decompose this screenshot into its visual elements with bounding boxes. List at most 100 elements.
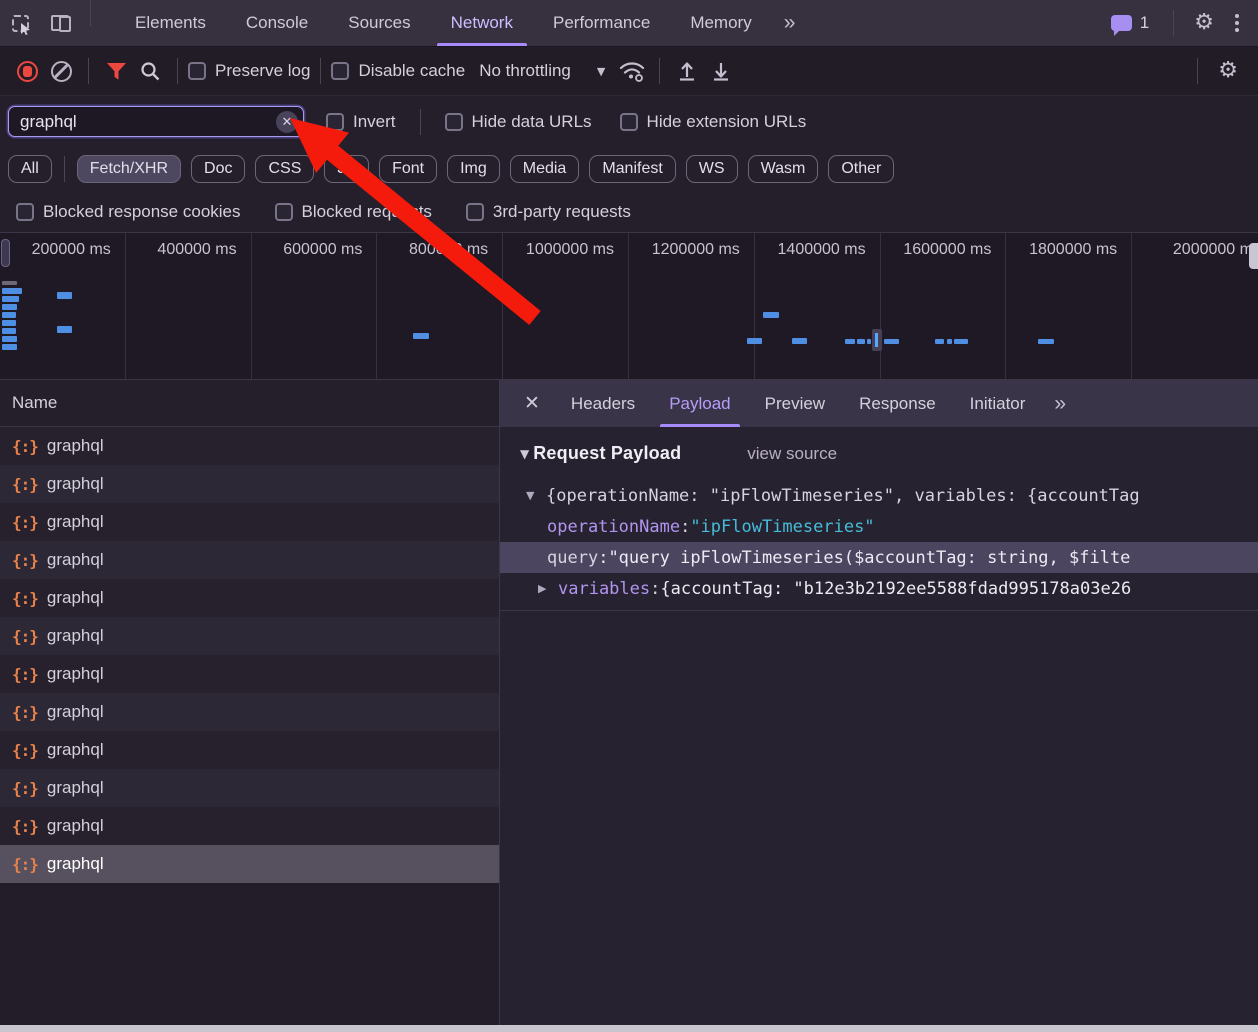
- export-har-button[interactable]: [704, 55, 738, 87]
- request-name: graphql: [46, 512, 104, 531]
- waterfall-bars: [0, 233, 1258, 379]
- hide-extension-urls-checkbox[interactable]: Hide extension URLs: [619, 112, 806, 132]
- request-row[interactable]: {:} graphql: [0, 503, 499, 541]
- payload-root-row[interactable]: ▼ {operationName: "ipFlowTimeseries", va…: [500, 480, 1258, 511]
- tab-console[interactable]: Console: [226, 0, 328, 46]
- overview-left-handle[interactable]: [1, 239, 10, 267]
- chevron-down-icon: ▼: [596, 64, 606, 78]
- chip-css[interactable]: CSS: [255, 155, 315, 183]
- json-braces-icon: {:}: [12, 588, 39, 608]
- request-row[interactable]: {:} graphql: [0, 617, 499, 655]
- waterfall-bar: [1038, 339, 1054, 344]
- inspect-element-button[interactable]: [0, 0, 40, 46]
- hide-data-urls-checkbox[interactable]: Hide data URLs: [444, 112, 592, 132]
- record-network-log-button[interactable]: [10, 55, 44, 87]
- tab-sources[interactable]: Sources: [328, 0, 430, 46]
- search-icon: [141, 62, 160, 81]
- json-braces-icon: {:}: [12, 740, 39, 760]
- request-row[interactable]: {:} graphql: [0, 693, 499, 731]
- third-party-requests-checkbox[interactable]: 3rd-party requests: [465, 202, 631, 222]
- waterfall-bar: [2, 304, 17, 310]
- chip-manifest[interactable]: Manifest: [589, 155, 676, 183]
- tab-network[interactable]: Network: [431, 0, 533, 46]
- chip-fetchxhr[interactable]: Fetch/XHR: [76, 155, 182, 183]
- request-row[interactable]: {:} graphql: [0, 427, 499, 465]
- chip-doc[interactable]: Doc: [191, 155, 246, 183]
- clear-network-log-button[interactable]: [44, 55, 78, 87]
- divider: [88, 58, 89, 84]
- payload-entry-operationName[interactable]: operationName: "ipFlowTimeseries": [500, 511, 1258, 542]
- divider: [320, 58, 322, 84]
- kebab-menu-icon[interactable]: [1224, 14, 1250, 32]
- divider: [419, 108, 421, 135]
- blocked-requests-checkbox[interactable]: Blocked requests: [274, 202, 432, 222]
- settings-gear-icon[interactable]: ⚙: [1184, 12, 1224, 34]
- network-filter-bar: ✕ Invert Hide data URLs Hide extension U…: [0, 96, 1258, 147]
- chip-js[interactable]: JS: [324, 155, 370, 183]
- details-tab-payload[interactable]: Payload: [652, 380, 747, 427]
- name-column-header[interactable]: Name: [0, 380, 499, 427]
- request-row[interactable]: {:} graphql: [0, 731, 499, 769]
- request-row[interactable]: {:} graphql: [0, 541, 499, 579]
- chip-ws[interactable]: WS: [685, 155, 738, 183]
- details-tab-response[interactable]: Response: [842, 380, 953, 427]
- chip-other[interactable]: Other: [828, 155, 895, 183]
- tab-elements[interactable]: Elements: [115, 0, 226, 46]
- overview-right-handle[interactable]: [1249, 243, 1258, 269]
- chip-img[interactable]: Img: [447, 155, 500, 183]
- request-name: graphql: [46, 474, 104, 493]
- view-source-link[interactable]: view source: [747, 444, 837, 464]
- waterfall-bar: [57, 326, 72, 333]
- invert-checkbox[interactable]: Invert: [326, 112, 396, 132]
- chip-wasm[interactable]: Wasm: [747, 155, 819, 183]
- search-network-button[interactable]: [133, 55, 167, 87]
- request-name: graphql: [46, 550, 104, 569]
- waterfall-bar: [884, 339, 899, 344]
- tree-expanded-icon[interactable]: ▼: [526, 489, 540, 502]
- details-tab-headers[interactable]: Headers: [554, 380, 652, 427]
- waterfall-bar: [57, 292, 72, 299]
- close-details-icon[interactable]: ✕: [510, 380, 554, 427]
- request-payload-header[interactable]: ▼ Request Payload view source: [500, 443, 1258, 464]
- tab-performance[interactable]: Performance: [533, 0, 670, 46]
- network-conditions-button[interactable]: [615, 55, 649, 87]
- details-tab-initiator[interactable]: Initiator: [953, 380, 1043, 427]
- chip-font[interactable]: Font: [379, 155, 438, 183]
- tab-memory[interactable]: Memory: [670, 0, 771, 46]
- more-details-tabs-icon[interactable]: »: [1042, 380, 1078, 427]
- disable-cache-checkbox[interactable]: Disable cache: [331, 61, 465, 81]
- payload-entry-query[interactable]: query: "query ipFlowTimeseries($accountT…: [500, 542, 1258, 573]
- console-messages-icon[interactable]: [1110, 15, 1132, 36]
- preserve-log-checkbox[interactable]: Preserve log: [188, 61, 310, 81]
- filter-input[interactable]: [8, 106, 304, 137]
- network-settings-gear-icon[interactable]: ⚙: [1208, 60, 1248, 82]
- more-panels-icon[interactable]: »: [772, 0, 808, 46]
- details-tab-preview[interactable]: Preview: [748, 380, 842, 427]
- payload-entry-variables[interactable]: ▶ variables: {accountTag: "b12e3b2192ee5…: [500, 573, 1258, 604]
- request-row[interactable]: {:} graphql: [0, 769, 499, 807]
- request-row[interactable]: {:} graphql: [0, 655, 499, 693]
- checkbox-icon: [188, 62, 206, 80]
- download-icon: [714, 63, 729, 81]
- request-row[interactable]: {:} graphql: [0, 845, 499, 883]
- filter-toggle-button[interactable]: [99, 55, 133, 87]
- tree-collapsed-icon[interactable]: ▶: [538, 582, 552, 595]
- checkbox-icon: [326, 112, 344, 131]
- resource-type-chips: All Fetch/XHR Doc CSS JS Font Img Media Manifest…: [0, 147, 1258, 191]
- blocked-response-cookies-checkbox[interactable]: Blocked response cookies: [16, 202, 241, 222]
- device-toolbar-icon: [51, 15, 71, 32]
- device-toolbar-button[interactable]: [40, 0, 80, 46]
- import-har-button[interactable]: [670, 55, 704, 87]
- requests-list: {:} graphql {:} graphql {:} graphql {:} graphql…: [0, 427, 499, 1032]
- request-row[interactable]: {:} graphql: [0, 807, 499, 845]
- request-row[interactable]: {:} graphql: [0, 579, 499, 617]
- request-name: graphql: [46, 588, 104, 607]
- chip-all[interactable]: All: [8, 155, 52, 183]
- network-overview-timeline[interactable]: 200000 ms 400000 ms 600000 ms 800000 ms 1000…: [0, 233, 1258, 380]
- request-row[interactable]: {:} graphql: [0, 465, 499, 503]
- waterfall-bar: [867, 339, 871, 344]
- blocked-filters-row: Blocked response cookies Blocked request…: [0, 191, 1258, 233]
- clear-filter-icon[interactable]: ✕: [276, 110, 298, 133]
- throttling-select[interactable]: No throttling ▼: [479, 61, 605, 81]
- chip-media[interactable]: Media: [509, 155, 580, 183]
